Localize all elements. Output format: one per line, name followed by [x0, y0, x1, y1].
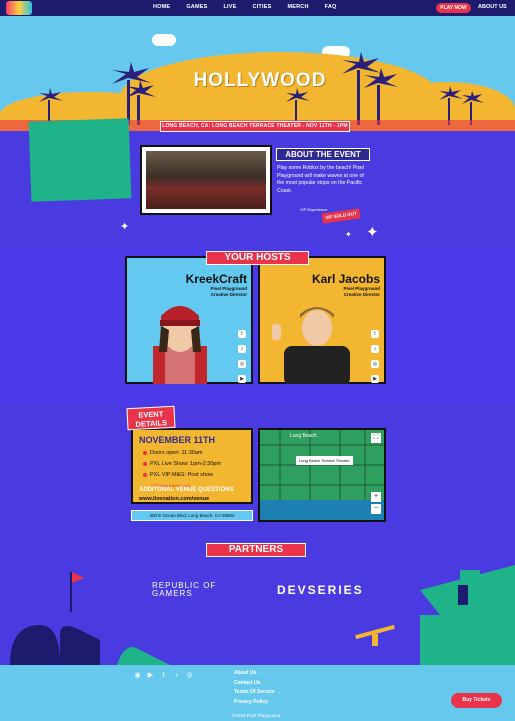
schedule-row: PXL VIP M&G: Post show — [143, 472, 213, 478]
map-city-label: Long Beach — [290, 433, 317, 439]
bullet-icon — [143, 451, 147, 455]
venue-banner: LONG BEACH, CA: LONG BEACH TERRACE THEAT… — [160, 121, 350, 132]
discord-icon[interactable]: ◉ — [133, 671, 142, 680]
venue-link[interactable]: www.livenation.com/venue — [139, 496, 209, 502]
tiktok-icon[interactable]: ♪ — [371, 345, 379, 353]
venue-address: 300 E Ocean Blvd, Long Beach, CA 90802 — [131, 510, 253, 521]
map-fullscreen-icon[interactable]: ⛶ — [371, 433, 381, 443]
schedule-row: Doors open: 11:30am — [143, 450, 203, 456]
event-date: NOVEMBER 11TH — [139, 435, 216, 445]
venue-photo — [146, 151, 266, 209]
map-zoom-in-button[interactable]: + — [371, 492, 381, 502]
rog-logo[interactable]: REPUBLIC OF GAMERS — [152, 582, 216, 598]
host-social-links: t ♪ ◎ ▶ — [371, 330, 379, 383]
schedule-text: PXL VIP M&G: Post show — [150, 472, 213, 478]
youtube-icon[interactable]: ▶ — [146, 671, 155, 680]
youtube-icon[interactable]: ▶ — [371, 375, 379, 383]
bullet-icon — [143, 462, 147, 466]
bullet-icon — [143, 473, 147, 477]
instagram-icon[interactable]: ◎ — [371, 360, 379, 368]
partners-title: PARTNERS — [206, 543, 306, 557]
instagram-icon[interactable]: ◎ — [185, 671, 194, 680]
host-card-kreekcraft: KreekCraft Pixel Playground Creative Dire… — [125, 256, 253, 384]
map-pin-label: Long Beach Terrace Theater — [296, 456, 353, 465]
hollywood-sign: HOLLYWOOD — [193, 70, 327, 91]
host-name: KreekCraft — [185, 272, 247, 286]
host-card-karl-jacobs: Karl Jacobs Pixel Playground Creative Dir… — [258, 256, 386, 384]
sparkle-icon: ✦ — [366, 224, 379, 241]
event-details-tag: EVENT DETAILS — [126, 405, 176, 431]
footer-contact-link[interactable]: Contact Us → — [234, 680, 281, 686]
sparkle-icon: ✦ — [345, 230, 352, 239]
schedule-text: PXL Live Show: 1pm-2:30pm — [150, 461, 222, 467]
about-event-title: ABOUT THE EVENT — [276, 148, 370, 161]
rog-logo-line: GAMERS — [152, 589, 193, 598]
schedule-text: Doors open: 11:30am — [150, 450, 203, 456]
host-role-line: Pixel Playground — [210, 286, 247, 291]
venue-photo-frame — [140, 145, 272, 215]
twitter-icon[interactable]: t — [371, 330, 379, 338]
host-name: Karl Jacobs — [311, 272, 380, 286]
event-details-tag-line: DETAILS — [135, 418, 168, 429]
tiktok-icon[interactable]: ♪ — [172, 671, 181, 680]
event-details-card: NOVEMBER 11TH Doors open: 11:30am PXL Li… — [131, 428, 253, 504]
vip-experience-label: VIP Experience — [300, 207, 328, 212]
host-social-links: t ♪ ◎ ▶ — [238, 330, 246, 383]
footer-terms-link[interactable]: Terms Of Service → — [234, 689, 281, 695]
youtube-icon[interactable]: ▶ — [238, 375, 246, 383]
decor-block — [28, 118, 132, 202]
your-hosts-title: YOUR HOSTS — [206, 251, 309, 265]
host-photo — [153, 306, 207, 384]
footer-social-links: ◉ ▶ t ♪ ◎ — [133, 671, 194, 680]
twitter-icon[interactable]: t — [159, 671, 168, 680]
about-event-description: Play some Roblox by the beach! Pixel Pla… — [277, 165, 365, 194]
sparkle-icon: ✦ — [120, 221, 130, 233]
twitter-icon[interactable]: t — [238, 330, 246, 338]
tiktok-icon[interactable]: ♪ — [238, 345, 246, 353]
map-water — [260, 500, 384, 520]
map-zoom-out-button[interactable]: − — [371, 504, 381, 514]
venue-map[interactable]: Long Beach Long Beach Terrace Theater ⛶ … — [258, 428, 386, 522]
instagram-icon[interactable]: ◎ — [238, 360, 246, 368]
buy-tickets-button[interactable]: Buy Tickets — [451, 693, 502, 708]
schedule-row: PXL Live Show: 1pm-2:30pm — [143, 461, 221, 467]
footer-privacy-link[interactable]: Privacy Policy → — [234, 699, 281, 705]
host-photo — [272, 307, 350, 384]
palm-tree-icons — [0, 52, 515, 131]
footer-links: About Us → Contact Us → Terms Of Service… — [234, 670, 281, 705]
venue-questions-heading: ADDITONAL VENUE QUESTIONS — [139, 487, 234, 493]
footer-about-link[interactable]: About Us → — [234, 670, 281, 676]
host-role-line: Pixel Playground — [343, 286, 380, 291]
devseries-logo[interactable]: DEVSERIES — [277, 583, 364, 597]
copyright: ©2023 Pixel Playground — [232, 713, 281, 718]
